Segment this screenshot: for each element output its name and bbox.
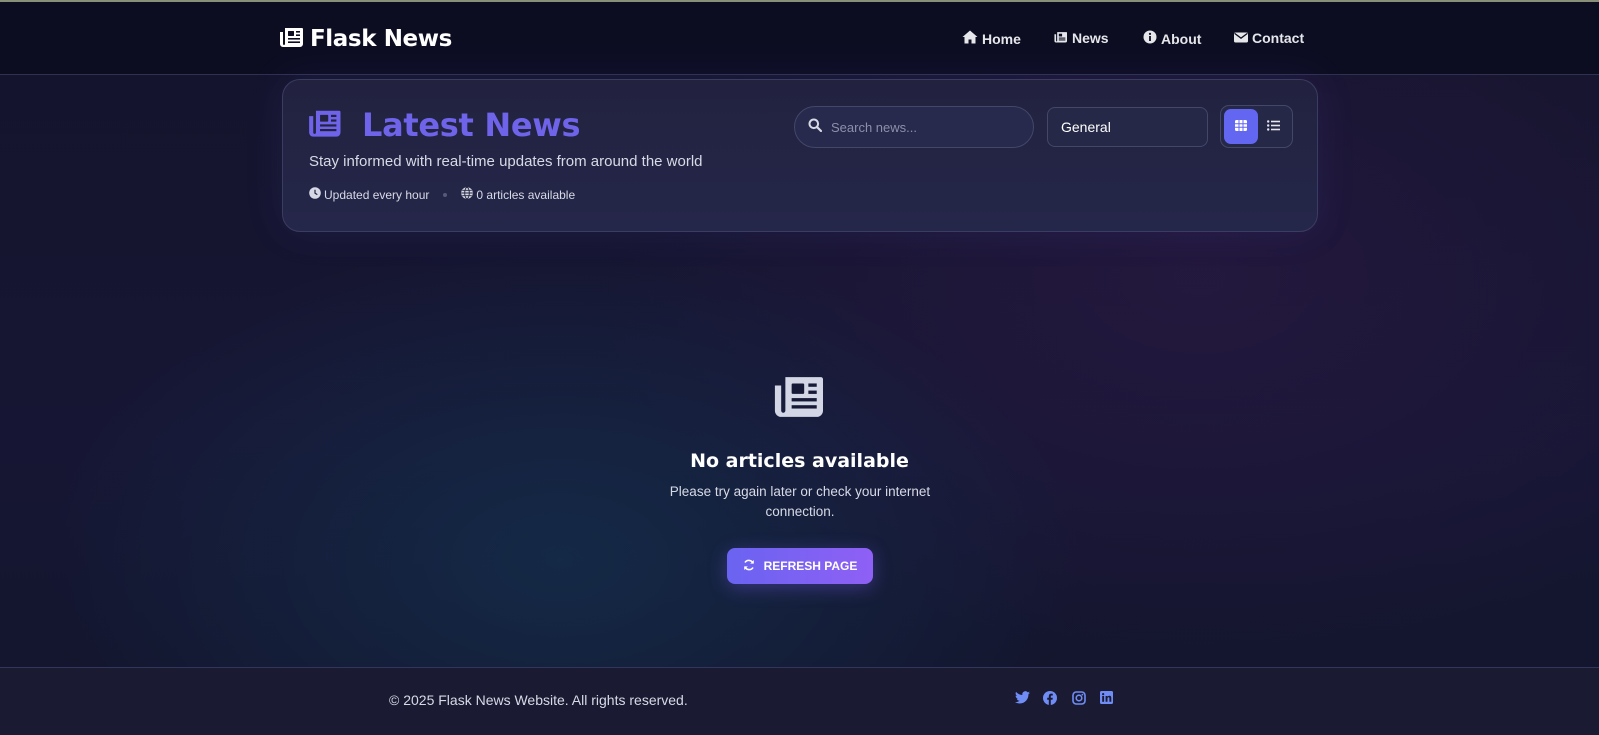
meta-count-text: 0 articles available bbox=[476, 187, 576, 202]
search-box bbox=[794, 106, 1034, 148]
meta-update-text: Updated every hour bbox=[324, 187, 430, 202]
list-icon bbox=[1266, 118, 1280, 136]
page-title: Latest News bbox=[309, 106, 581, 144]
news-header-card: Latest News Stay informed with real-time… bbox=[282, 79, 1318, 232]
empty-state-newspaper-icon bbox=[774, 373, 826, 424]
meta-separator bbox=[443, 192, 448, 197]
meta-article-count: 0 articles available bbox=[461, 186, 576, 202]
search-icon bbox=[808, 118, 823, 137]
category-select[interactable]: General bbox=[1047, 107, 1208, 147]
grid-icon bbox=[1235, 118, 1247, 136]
page-title-text: Latest News bbox=[362, 106, 581, 144]
nav-contact[interactable]: Contact bbox=[1234, 30, 1304, 46]
copyright-text: © 2025 Flask News Website. All rights re… bbox=[389, 692, 688, 708]
nav-home[interactable]: Home bbox=[962, 30, 1021, 47]
info-icon bbox=[1143, 30, 1157, 47]
empty-state-title: No articles available bbox=[690, 450, 909, 472]
envelope-icon bbox=[1234, 30, 1248, 46]
refresh-button-label: REFRESH PAGE bbox=[763, 559, 858, 573]
search-input[interactable] bbox=[831, 119, 1021, 135]
footer: © 2025 Flask News Website. All rights re… bbox=[0, 667, 1599, 735]
globe-icon bbox=[461, 186, 474, 202]
refresh-icon bbox=[743, 559, 755, 574]
refresh-page-button[interactable]: REFRESH PAGE bbox=[727, 548, 873, 584]
nav-about[interactable]: About bbox=[1143, 30, 1201, 47]
nav-contact-label: Contact bbox=[1252, 30, 1305, 46]
twitter-icon[interactable] bbox=[1015, 691, 1030, 704]
navbar: Flask News Home News About Contact bbox=[0, 2, 1599, 75]
facebook-icon[interactable] bbox=[1043, 691, 1057, 705]
nav-news-label: News bbox=[1072, 30, 1109, 46]
linkedin-icon[interactable] bbox=[1100, 691, 1113, 704]
instagram-icon[interactable] bbox=[1072, 691, 1086, 705]
clock-icon bbox=[309, 187, 321, 202]
nav-news[interactable]: News bbox=[1054, 30, 1109, 46]
nav-about-label: About bbox=[1161, 30, 1202, 47]
nav-home-label: Home bbox=[982, 30, 1021, 47]
category-selected-value: General bbox=[1061, 119, 1111, 135]
newspaper-icon bbox=[1054, 30, 1068, 46]
page-subtitle: Stay informed with real-time updates fro… bbox=[309, 153, 703, 170]
newspaper-icon bbox=[309, 108, 342, 143]
view-toggle bbox=[1220, 105, 1293, 148]
home-icon bbox=[962, 30, 978, 47]
meta-update-frequency: Updated every hour bbox=[309, 187, 429, 202]
header-meta: Updated every hour 0 articles available bbox=[309, 186, 576, 202]
nav-links: Home News About Contact bbox=[0, 30, 1599, 50]
empty-state-message: Please try again later or check your int… bbox=[669, 484, 931, 519]
grid-view-button[interactable] bbox=[1224, 109, 1258, 144]
list-view-button[interactable] bbox=[1256, 109, 1290, 144]
